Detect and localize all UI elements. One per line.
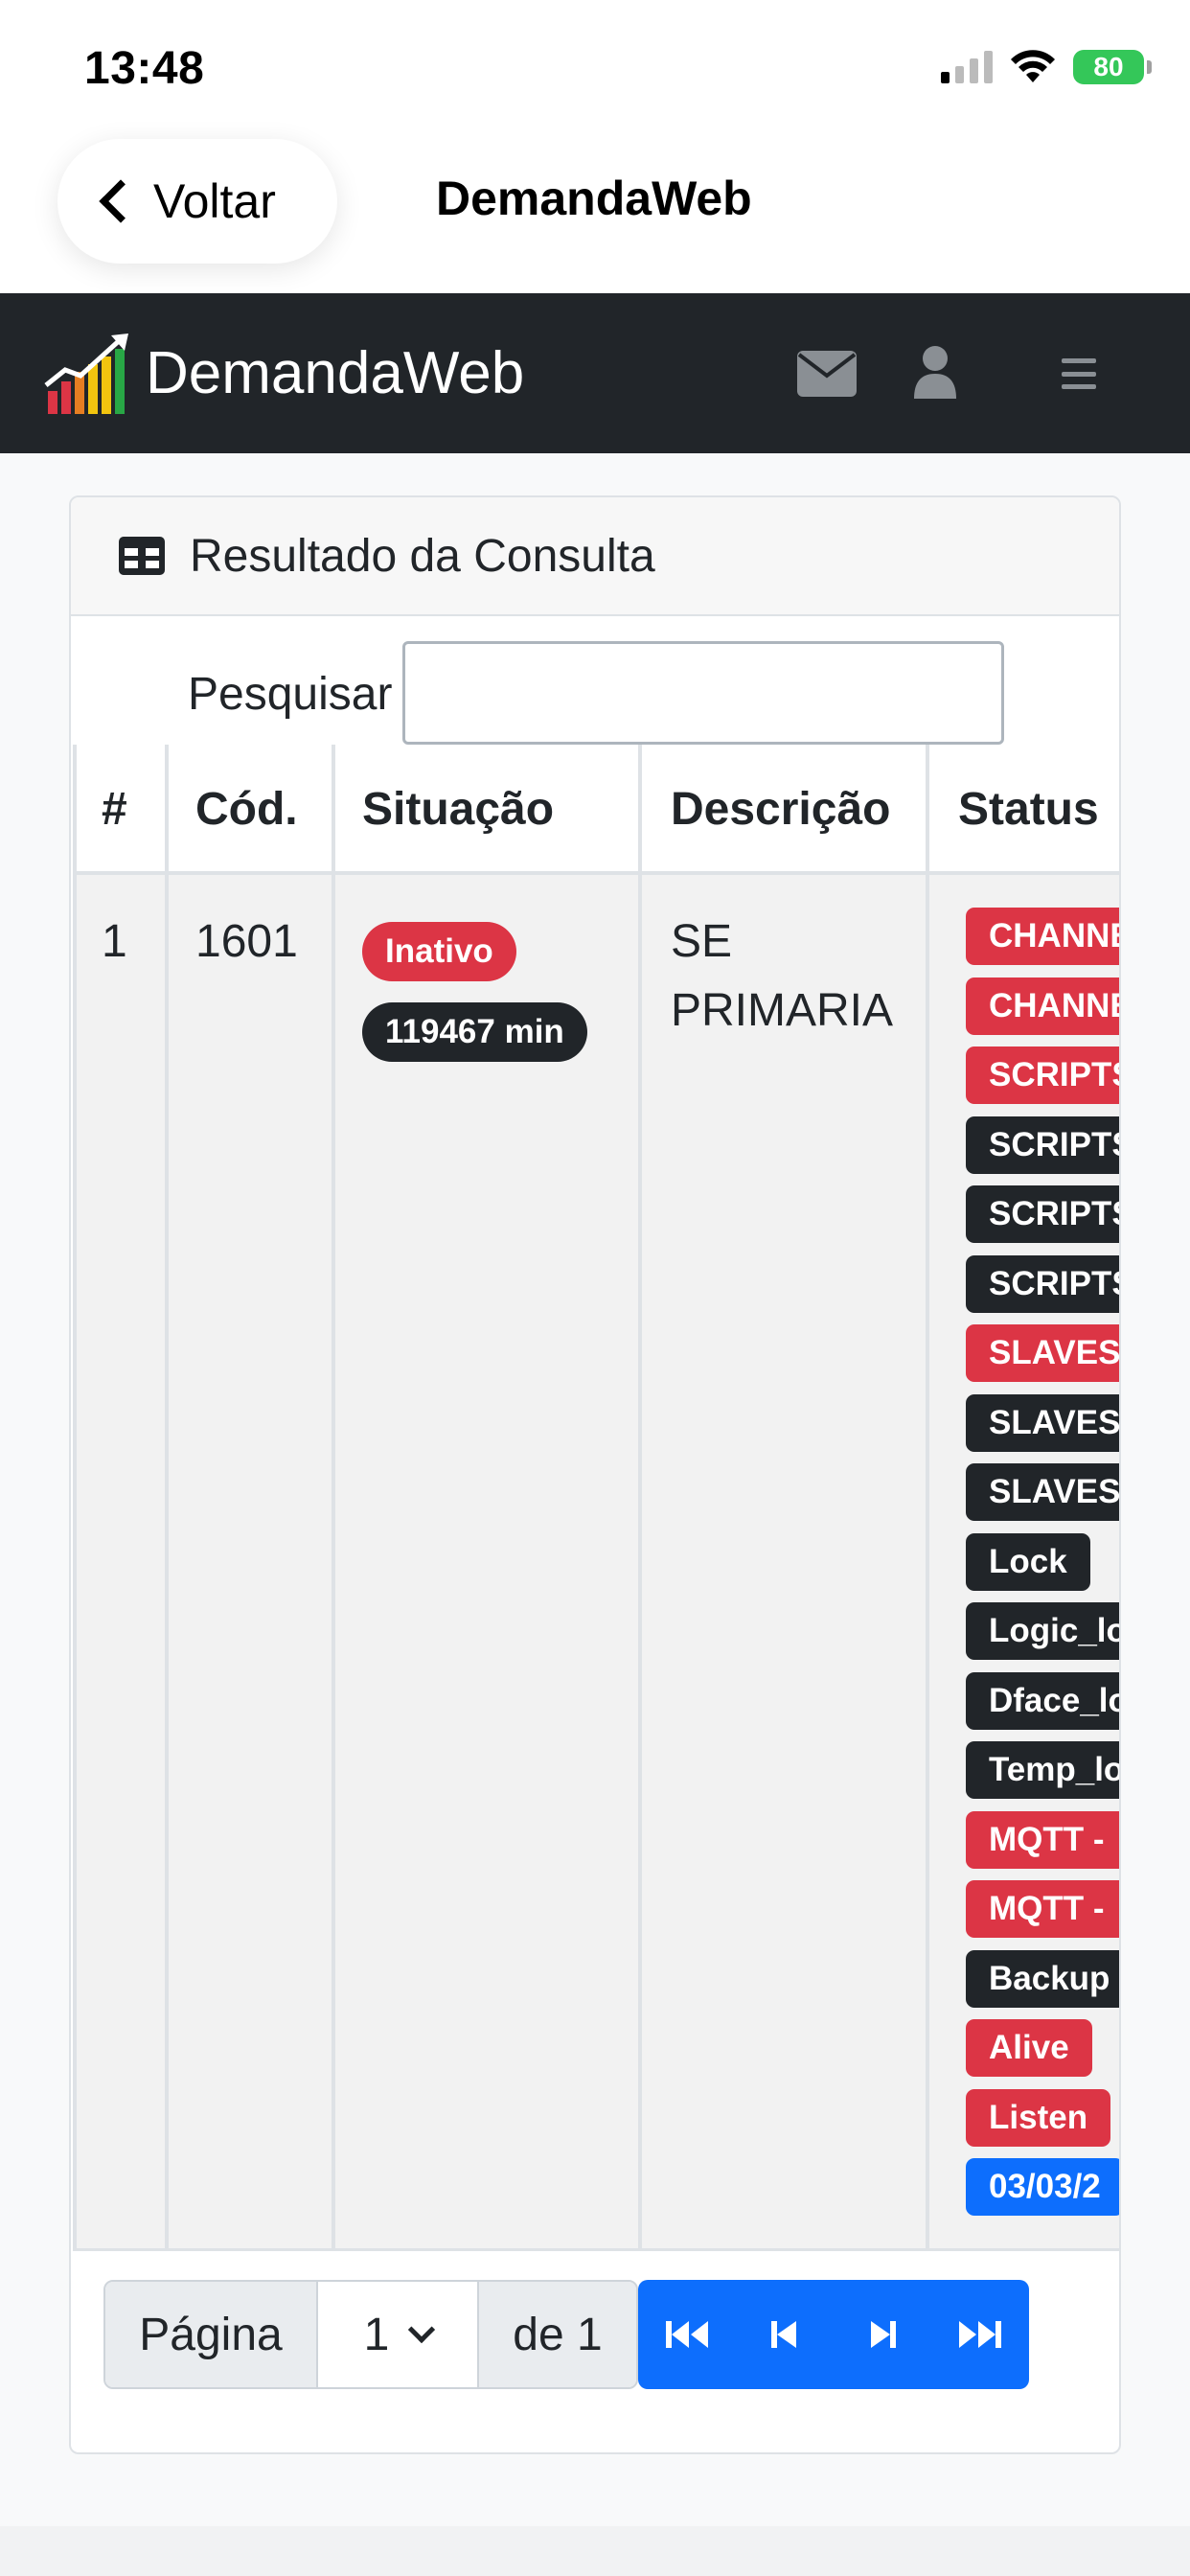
- search-row: Pesquisar: [71, 618, 1119, 747]
- first-page-button[interactable]: [638, 2280, 736, 2389]
- status-badge: SCRIPTS: [966, 1254, 1119, 1313]
- header-descricao[interactable]: Descrição: [642, 745, 926, 873]
- status-badge-list: CHANNEL CHANNEL SCRIPTS SCRIPTS SCRIPTS …: [966, 908, 1119, 2228]
- results-card: Resultado da Consulta Pesquisar # Cód. S…: [69, 495, 1121, 2454]
- page-total-label: de 1: [479, 2282, 636, 2387]
- descricao-line: SE: [671, 916, 733, 967]
- status-badge: Listen: [966, 2088, 1111, 2147]
- situacao-badge: Inativo: [362, 922, 516, 981]
- status-badge: SCRIPTS: [966, 1185, 1119, 1243]
- descricao-line: PRIMARIA: [671, 985, 894, 1036]
- header-situacao[interactable]: Situação: [333, 745, 638, 873]
- results-table: # Cód. Situação Descrição Status 1 1601 …: [73, 745, 1119, 2251]
- chevron-down-icon: [408, 2315, 436, 2344]
- wifi-icon: [1011, 50, 1055, 82]
- card-title: Resultado da Consulta: [190, 530, 655, 582]
- table-header-row: # Cód. Situação Descrição Status: [73, 745, 1119, 875]
- page-footer-strip: [0, 2526, 1190, 2576]
- status-time: 13:48: [84, 43, 205, 94]
- page-label: Página: [105, 2282, 316, 2387]
- status-badge: SLAVES: [966, 1463, 1119, 1521]
- envelope-icon[interactable]: [797, 351, 857, 397]
- status-badge: MQTT -: [966, 1810, 1119, 1869]
- status-badge: Backup: [966, 1949, 1119, 2008]
- ios-top-bar: 13:48 80 Voltar DemandaWeb: [0, 0, 1190, 293]
- cellular-signal-icon: [941, 51, 993, 83]
- status-badge: Temp_lock: [966, 1741, 1119, 1799]
- chart-logo-icon[interactable]: [44, 332, 130, 416]
- cell-descricao: SE PRIMARIA: [671, 908, 893, 1046]
- cell-code: 1601: [195, 916, 298, 967]
- status-badge: Logic_lock: [966, 1602, 1119, 1660]
- skip-to-end-icon: [959, 2321, 1001, 2348]
- status-badge: MQTT -: [966, 1880, 1119, 1938]
- chevron-left-icon: [99, 179, 143, 223]
- status-icons: 80: [941, 50, 1152, 84]
- back-button[interactable]: Voltar: [57, 139, 337, 264]
- search-input[interactable]: [402, 641, 1004, 745]
- battery-icon: 80: [1073, 50, 1152, 84]
- screen-title: DemandaWeb: [436, 172, 752, 225]
- status-badge: SCRIPTS: [966, 1116, 1119, 1174]
- last-page-button[interactable]: [931, 2280, 1029, 2389]
- elapsed-time-badge: 119467 min: [362, 1002, 587, 1062]
- brand-name[interactable]: DemandaWeb: [146, 339, 524, 407]
- status-badge: 03/03/2: [966, 2158, 1119, 2216]
- table-icon: [119, 537, 165, 575]
- column-divider: [332, 745, 335, 2251]
- previous-page-button[interactable]: [736, 2280, 834, 2389]
- column-divider: [638, 745, 642, 2251]
- page-select-value: 1: [363, 2309, 390, 2360]
- battery-level: 80: [1093, 52, 1124, 81]
- page-select-group: Página 1 de 1: [103, 2280, 638, 2389]
- previous-icon: [771, 2321, 796, 2348]
- status-badge: SLAVES: [966, 1393, 1119, 1452]
- next-page-button[interactable]: [834, 2280, 931, 2389]
- header-index[interactable]: #: [73, 745, 165, 873]
- status-badge: Alive: [966, 2019, 1092, 2077]
- back-label: Voltar: [153, 174, 276, 228]
- page-select[interactable]: 1: [316, 2282, 479, 2387]
- status-badge: Lock: [966, 1532, 1090, 1591]
- status-badge: SCRIPTS: [966, 1046, 1119, 1104]
- skip-to-start-icon: [666, 2321, 708, 2348]
- user-icon[interactable]: [912, 345, 958, 399]
- status-badge: Dface_lock: [966, 1671, 1119, 1730]
- page-nav-buttons: [638, 2280, 1029, 2389]
- cell-index: 1: [102, 916, 127, 967]
- app-navbar: DemandaWeb: [0, 293, 1190, 453]
- search-label: Pesquisar: [188, 669, 393, 720]
- header-status[interactable]: Status: [929, 745, 1119, 873]
- status-badge: CHANNEL: [966, 908, 1119, 965]
- column-divider: [926, 745, 929, 2251]
- column-divider: [73, 745, 77, 2251]
- pagination: Página 1 de 1: [103, 2280, 1029, 2389]
- table-row[interactable]: [73, 875, 1119, 2251]
- status-badge: SLAVES: [966, 1324, 1119, 1382]
- header-code[interactable]: Cód.: [167, 745, 332, 873]
- hamburger-menu-icon[interactable]: [1062, 358, 1096, 389]
- status-badge: CHANNEL: [966, 977, 1119, 1035]
- card-header: Resultado da Consulta: [71, 497, 1119, 616]
- column-divider: [165, 745, 169, 2251]
- next-icon: [871, 2321, 896, 2348]
- cell-situacao: Inativo 119467 min: [362, 913, 587, 1063]
